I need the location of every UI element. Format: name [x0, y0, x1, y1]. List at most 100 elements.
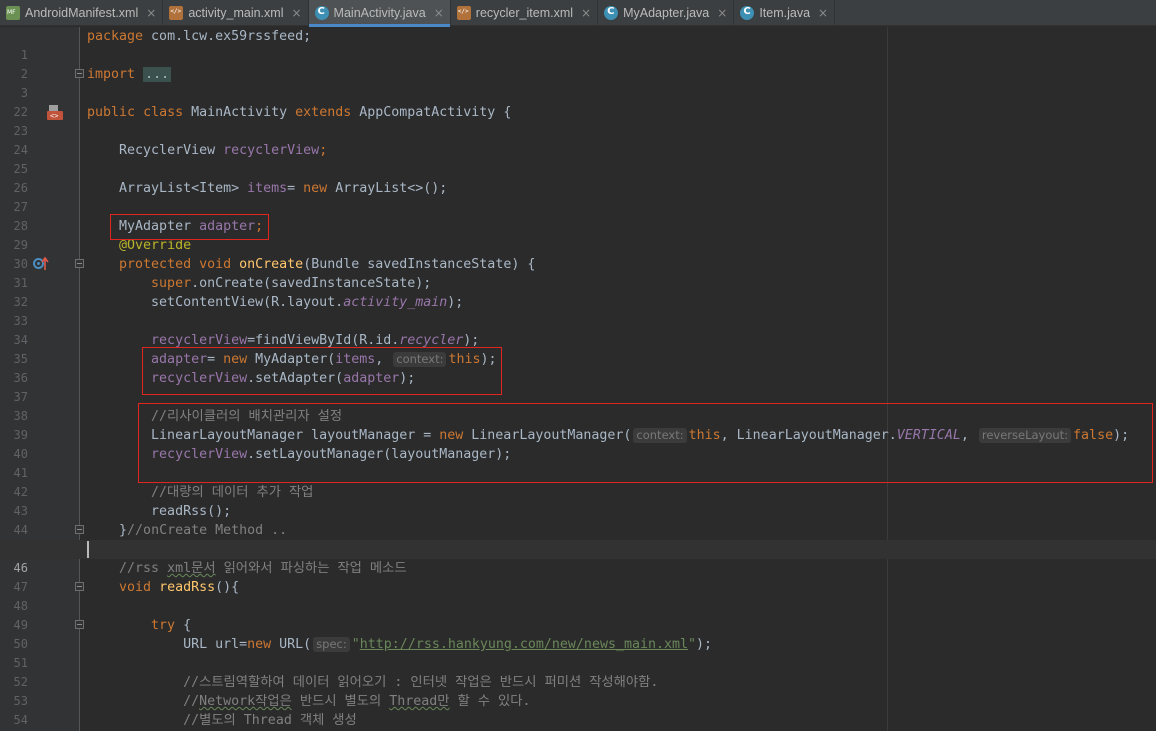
code-line-48[interactable]: 48 void readRss(){	[0, 578, 1156, 613]
annotation: @Override	[119, 238, 192, 253]
fold-toggle-icon[interactable]	[75, 69, 84, 78]
code-line-55[interactable]: 55 //별도의 Thread 객체 생성	[0, 711, 1156, 730]
close-tab-icon[interactable]: ×	[434, 6, 444, 20]
highlight-box-adapter-field	[110, 214, 269, 240]
fold-toggle-icon[interactable]	[75, 525, 84, 534]
code-line-45[interactable]: 45 }//onCreate Method ..	[0, 521, 1156, 556]
url-link[interactable]: http://rss.hankyung.com/new/news_main.xm…	[360, 637, 688, 652]
manifest-file-icon	[6, 6, 20, 20]
code-line-1[interactable]: 1 package com.lcw.ex59rssfeed;	[0, 27, 1156, 62]
xml-file-icon	[169, 6, 184, 20]
fold-toggle-icon[interactable]	[75, 582, 84, 591]
tab-label: MyAdapter.java	[623, 6, 710, 20]
code-line-23[interactable]: 23 public class MainActivity extends App…	[0, 103, 1156, 138]
tab-label: MainActivity.java	[333, 6, 426, 20]
code-line-24[interactable]: 24	[0, 122, 1156, 157]
close-tab-icon[interactable]: ×	[717, 6, 727, 20]
code-text: =findViewById(R.id.	[247, 333, 400, 348]
code-comment: //rss	[119, 561, 168, 576]
code-line-32[interactable]: 32 super.onCreate(savedInstanceState);	[0, 274, 1156, 309]
close-tab-icon[interactable]: ×	[291, 6, 301, 20]
code-text: readRss();	[151, 504, 232, 519]
code-line-43[interactable]: 43 //대량의 데이터 추가 작업	[0, 483, 1156, 518]
code-text: );	[463, 333, 480, 348]
code-line-54[interactable]: 54 //Network작업은 반드시 별도의 Thread만 할 수 있다.	[0, 692, 1156, 727]
code-line-26[interactable]: 26	[0, 160, 1156, 195]
keyword: import	[87, 67, 136, 82]
string-quote: "	[351, 637, 360, 652]
semicolon: ;	[319, 143, 328, 158]
parameter-hint: spec:	[313, 637, 350, 652]
code-comment: //별도의 Thread 객체 생성	[183, 713, 357, 728]
code-line-52[interactable]: 52	[0, 654, 1156, 689]
code-comment: //스트림역할하여 데이터 읽어오기 : 인터넷 작업은 반드시 퍼미션 작성해…	[183, 675, 659, 690]
method-name: onCreate	[239, 257, 304, 272]
code-line-33[interactable]: 33 setContentView(R.layout.activity_main…	[0, 293, 1156, 328]
xml-file-icon	[456, 6, 471, 20]
java-class-icon	[740, 6, 755, 20]
code-comment: 할 수 있다.	[449, 694, 531, 709]
folded-imports[interactable]: ...	[143, 67, 172, 82]
code-line-47[interactable]: 47 //rss xml문서 읽어와서 파싱하는 작업 메소드	[0, 559, 1156, 594]
code-line-34[interactable]: 34	[0, 312, 1156, 347]
override-method-icon[interactable]	[33, 256, 49, 271]
tab-mainactivity-java[interactable]: MainActivity.java ×	[308, 0, 451, 27]
keyword: void	[119, 580, 160, 595]
tab-label: AndroidManifest.xml	[25, 6, 139, 20]
code-line-49[interactable]: 49	[0, 597, 1156, 632]
string-quote: "	[688, 637, 697, 652]
field-name: activity_main	[343, 295, 448, 310]
code-line-25[interactable]: 25 RecyclerView recyclerView;	[0, 141, 1156, 176]
code-line-44[interactable]: 44 readRss();	[0, 502, 1156, 537]
code-text: AppCompatActivity {	[351, 105, 512, 120]
tab-activity-main-xml[interactable]: activity_main.xml ×	[163, 0, 309, 26]
operator: =	[287, 181, 304, 196]
code-line-22[interactable]: 22	[0, 84, 1156, 119]
tab-androidmanifest-xml[interactable]: AndroidManifest.xml ×	[0, 0, 164, 26]
android-activity-icon[interactable]: <>	[46, 104, 64, 121]
code-text: (){	[215, 580, 240, 595]
keyword: extends	[295, 105, 352, 120]
keyword: class	[143, 105, 184, 120]
java-class-icon	[314, 6, 329, 20]
code-text: {	[175, 618, 192, 633]
code-line-53[interactable]: 53 //스트림역할하여 데이터 읽어오기 : 인터넷 작업은 반드시 퍼미션 …	[0, 673, 1156, 708]
tab-label: recycler_item.xml	[475, 6, 574, 20]
close-tab-icon[interactable]: ×	[581, 6, 591, 20]
class-name: MainActivity	[183, 105, 296, 120]
fold-toggle-icon[interactable]	[75, 259, 84, 268]
keyword: new	[303, 181, 328, 196]
code-line-27[interactable]: 27 ArrayList<Item> items= new ArrayList<…	[0, 179, 1156, 214]
tab-myadapter-java[interactable]: MyAdapter.java ×	[598, 0, 735, 26]
keyword: super	[151, 276, 192, 291]
code-text: .onCreate(savedInstanceState);	[191, 276, 432, 291]
code-line-46-current[interactable]: 46	[0, 540, 1156, 575]
type-name: RecyclerView	[119, 143, 224, 158]
java-class-icon	[604, 6, 619, 20]
highlight-box-layout-manager	[138, 403, 1153, 483]
code-line-2[interactable]: 2	[0, 46, 1156, 81]
code-text: URL(	[271, 637, 312, 652]
keyword: public	[87, 105, 136, 120]
code-text: ArrayList<>();	[327, 181, 448, 196]
code-line-3[interactable]: 3 import ...	[0, 65, 1156, 100]
code-line-51[interactable]: 51 URL url=new URL(spec: "http://rss.hank…	[0, 635, 1156, 670]
code-line-31[interactable]: 31 protected void onCreate(Bundle savedI…	[0, 255, 1156, 290]
field-name: recycler	[399, 333, 464, 348]
highlight-box-set-adapter	[142, 347, 502, 395]
close-tab-icon[interactable]: ×	[818, 6, 828, 20]
text-caret	[87, 541, 89, 558]
code-text: );	[447, 295, 464, 310]
code-text: );	[696, 637, 713, 652]
code-comment: 읽어와서 파싱하는 작업 메소드	[215, 561, 407, 576]
tab-label: Item.java	[759, 6, 811, 20]
keyword: protected	[119, 257, 192, 272]
code-line-50[interactable]: 50 try {	[0, 616, 1156, 651]
tab-recycler-item-xml[interactable]: recycler_item.xml ×	[451, 0, 599, 26]
tab-item-java[interactable]: Item.java ×	[734, 0, 836, 26]
fold-toggle-icon[interactable]	[75, 620, 84, 629]
keyword: package	[87, 29, 144, 44]
method-name: readRss	[159, 580, 216, 595]
code-text: }	[119, 523, 128, 538]
close-tab-icon[interactable]: ×	[146, 6, 156, 20]
